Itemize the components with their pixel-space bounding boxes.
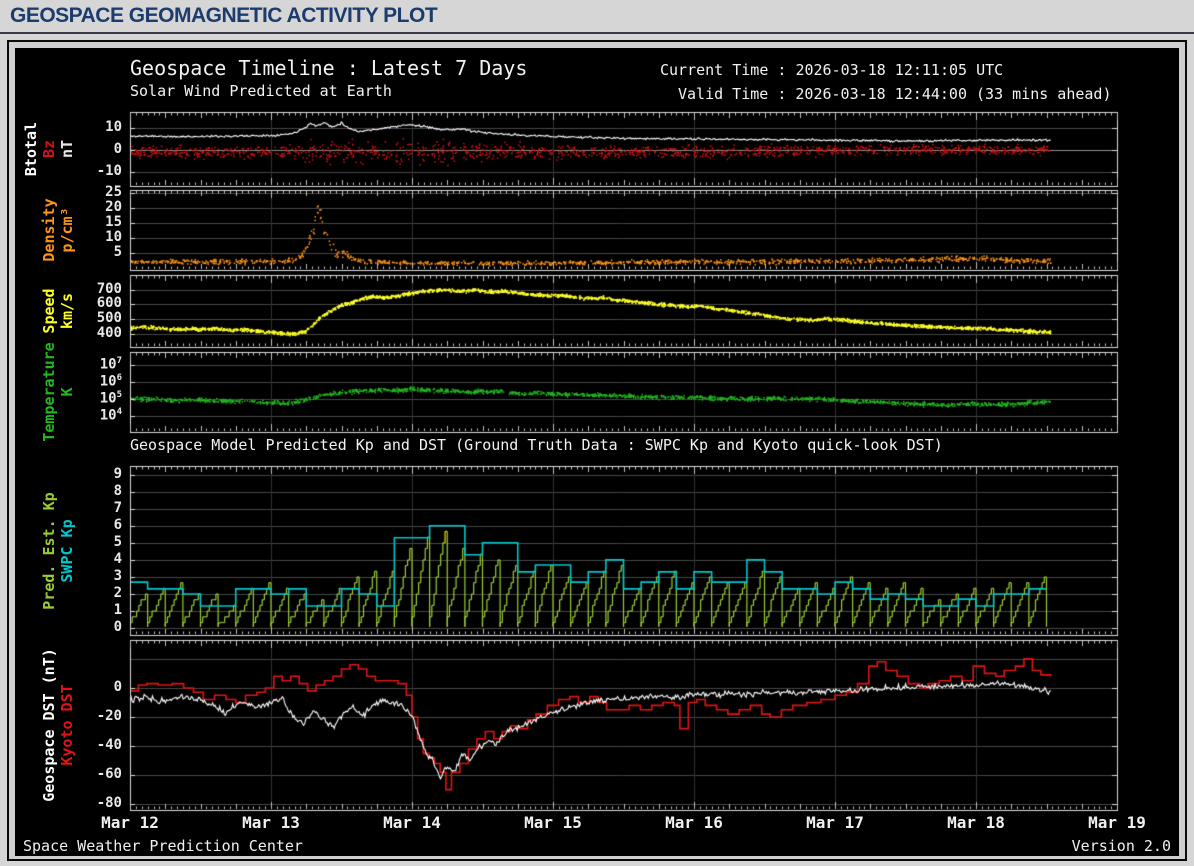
plot-title: Geospace Timeline : Latest 7 Days xyxy=(130,56,528,80)
x-axis-date-label: Mar 17 xyxy=(806,813,864,832)
dst-ytick-label: -80 xyxy=(96,795,122,812)
imf-axis-label: Bz xyxy=(40,139,58,159)
x-axis-date-label: Mar 16 xyxy=(665,813,723,832)
valid-time: Valid Time : 2026-03-18 12:44:00 (33 min… xyxy=(678,85,1112,103)
tmp-axis-label: K xyxy=(58,387,76,397)
kp-axis-label: Pred. Est. Kp xyxy=(40,491,58,610)
footer-version: Version 2.0 xyxy=(1071,837,1171,855)
kp-ytick-label: 9 xyxy=(113,465,122,482)
plot-area: Geospace Timeline : Latest 7 Days Curren… xyxy=(15,48,1179,856)
kp-ytick-label: 0 xyxy=(113,619,122,636)
dst-axis-label: Geospace DST (nT) xyxy=(40,648,58,802)
spd-axis-label: Speed xyxy=(40,288,58,334)
model-subtitle: Geospace Model Predicted Kp and DST (Gro… xyxy=(130,436,943,454)
den-axis-label: Density xyxy=(40,198,58,262)
page-title: GEOSPACE GEOMAGNETIC ACTIVITY PLOT xyxy=(10,4,438,27)
footer-org: Space Weather Prediction Center xyxy=(23,837,303,855)
den-ytick-label: 25 xyxy=(105,183,122,200)
x-axis-date-label: Mar 12 xyxy=(101,813,159,832)
dst-axis-label: Kyoto DST xyxy=(58,684,76,766)
spd-axis-label: km/s xyxy=(58,292,76,330)
solar-wind-subtitle: Solar Wind Predicted at Earth xyxy=(130,82,392,100)
kp-ytick-label: 1 xyxy=(113,602,122,619)
plot-window: Geospace Timeline : Latest 7 Days Curren… xyxy=(7,40,1187,861)
header-divider xyxy=(0,32,1194,34)
den-axis-label: p/cm³ xyxy=(58,207,76,253)
kp-ytick-label: 7 xyxy=(113,499,122,516)
tmp-ytick-label: 104 xyxy=(99,407,122,424)
kp-axis-label: SWPC Kp xyxy=(58,518,76,583)
x-axis-date-label: Mar 14 xyxy=(383,813,441,832)
imf-axis-label: Btotal xyxy=(22,121,40,177)
x-axis-date-label: Mar 18 xyxy=(947,813,1005,832)
dst-ytick-label: -60 xyxy=(96,766,122,783)
x-axis-date-label: Mar 13 xyxy=(242,813,300,832)
tmp-axis-label: Temperature xyxy=(40,342,58,442)
kp-ytick-label: 2 xyxy=(113,585,122,602)
kp-ytick-label: 8 xyxy=(113,482,122,499)
x-axis-date-label: Mar 15 xyxy=(524,813,582,832)
page: GEOSPACE GEOMAGNETIC ACTIVITY PLOT Geosp… xyxy=(0,0,1194,866)
x-axis-date-label: Mar 19 xyxy=(1088,813,1146,832)
current-time: Current Time : 2026-03-18 12:11:05 UTC xyxy=(660,61,1004,79)
tmp-ytick-label: 107 xyxy=(99,355,122,373)
imf-axis-label: nT xyxy=(58,139,76,159)
